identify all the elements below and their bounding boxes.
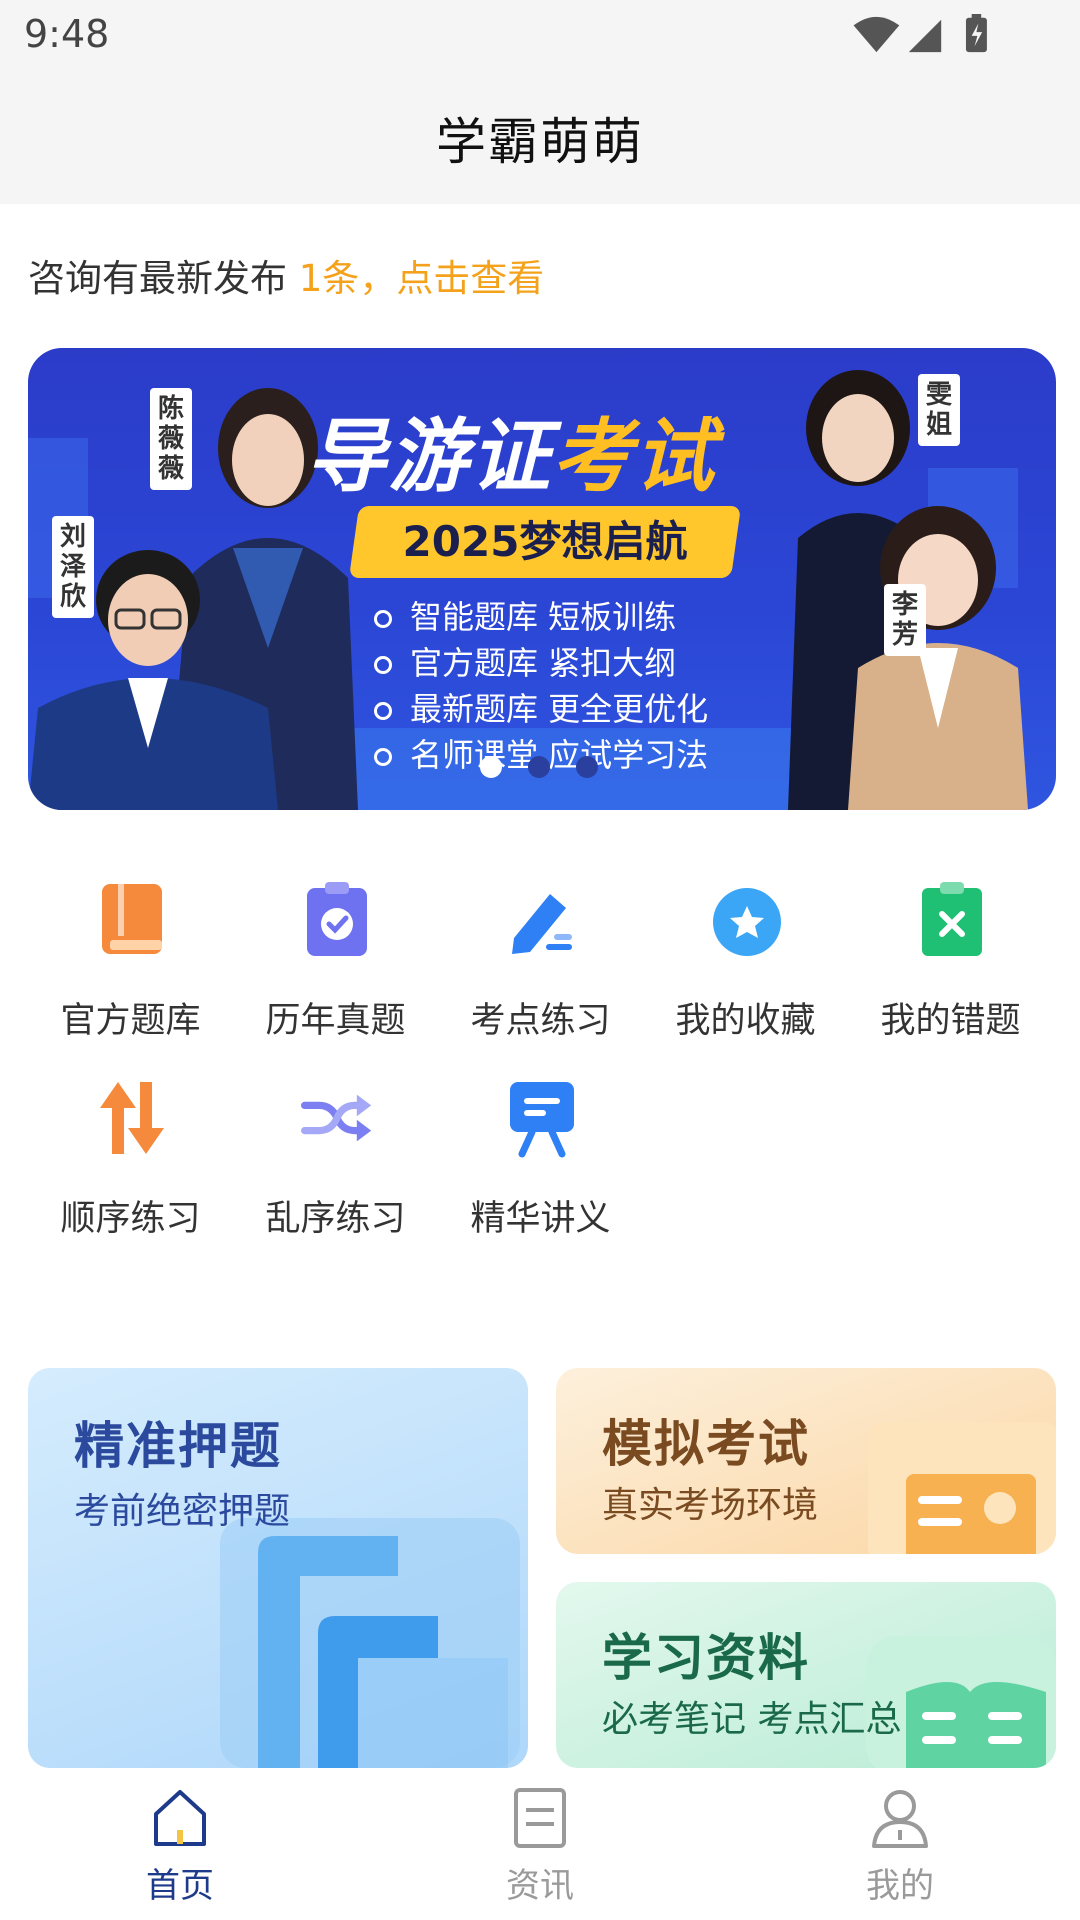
grid-item-label: 精华讲义 bbox=[470, 1199, 611, 1239]
teacher-name-tag: 雯姐 bbox=[918, 374, 960, 446]
grid-item-official-bank[interactable]: 官方题库 bbox=[28, 880, 233, 1041]
clipboard-check-icon bbox=[307, 882, 367, 956]
grid-item-sequential[interactable]: 顺序练习 bbox=[28, 1078, 233, 1239]
tab-home[interactable]: 首页 bbox=[100, 1786, 260, 1906]
carousel-dot[interactable] bbox=[576, 756, 598, 778]
news-icon bbox=[514, 1788, 566, 1848]
grid-item-random[interactable]: 乱序练习 bbox=[233, 1078, 438, 1239]
tab-label: 资讯 bbox=[506, 1866, 574, 1906]
page-title: 学霸萌萌 bbox=[436, 113, 644, 171]
grid-item-label: 考点练习 bbox=[470, 1001, 611, 1041]
teacher-name-tag: 陈薇薇 bbox=[150, 388, 192, 490]
tab-label: 首页 bbox=[146, 1866, 214, 1906]
card-subtitle: 真实考场环境 bbox=[602, 1485, 819, 1526]
tab-profile[interactable]: 我的 bbox=[820, 1786, 980, 1906]
banner-slogan: 2025梦想启航 bbox=[348, 506, 742, 578]
app-header: 学霸萌萌 bbox=[0, 72, 1080, 204]
carousel-dot[interactable] bbox=[528, 756, 550, 778]
grid-item-favorites[interactable]: 我的收藏 bbox=[643, 880, 848, 1041]
banner-feature: 智能题库 短板训练 bbox=[374, 594, 708, 640]
wifi-icon bbox=[853, 16, 900, 53]
grid-item-past-exams[interactable]: 历年真题 bbox=[233, 880, 438, 1041]
card-precise-predict[interactable]: 精准押题 考前绝密押题 bbox=[28, 1368, 528, 1768]
card-subtitle: 必考笔记 考点汇总 bbox=[602, 1699, 902, 1740]
grid-item-label: 顺序练习 bbox=[60, 1199, 201, 1239]
banner-feature: 最新题库 更全更优化 bbox=[374, 686, 708, 732]
status-bar: 9:48 bbox=[0, 0, 1080, 72]
grid-item-lecture-notes[interactable]: 精华讲义 bbox=[438, 1078, 643, 1239]
notice-separator: ， bbox=[359, 257, 397, 300]
bottom-tab-bar: 首页 资讯 我的 bbox=[0, 1768, 1080, 1920]
notice-view-link[interactable]: 点击查看 bbox=[396, 257, 544, 300]
grid-item-label: 乱序练习 bbox=[265, 1199, 406, 1239]
notice-count: 1条 bbox=[298, 257, 360, 300]
card-title: 学习资料 bbox=[602, 1629, 810, 1687]
star-icon bbox=[713, 888, 781, 956]
book-icon bbox=[102, 884, 162, 954]
status-time: 9:48 bbox=[24, 12, 110, 56]
grid-item-label: 历年真题 bbox=[265, 1001, 406, 1041]
lecture-icon bbox=[510, 1082, 574, 1158]
carousel-indicator bbox=[480, 756, 624, 780]
cellular-signal-icon bbox=[908, 19, 942, 53]
card-mock-exam[interactable]: 模拟考试 真实考场环境 bbox=[556, 1368, 1056, 1554]
banner-feature: 官方题库 紧扣大纲 bbox=[374, 640, 708, 686]
promo-banner[interactable]: 陈薇薇 刘泽欣 雯姐 李芳 导游证考试 2025梦想启航 智能题库 短板训练 官… bbox=[28, 348, 1056, 810]
tab-label: 我的 bbox=[866, 1866, 934, 1906]
card-subtitle: 考前绝密押题 bbox=[74, 1491, 291, 1532]
grid-item-label: 官方题库 bbox=[60, 1001, 201, 1041]
banner-title: 导游证考试 bbox=[306, 410, 716, 503]
pen-edit-icon bbox=[512, 894, 572, 954]
grid-item-key-points[interactable]: 考点练习 bbox=[438, 880, 643, 1041]
grid-item-label: 我的错题 bbox=[880, 1001, 1021, 1041]
carousel-dot-active[interactable] bbox=[480, 756, 502, 778]
teacher-name-tag: 李芳 bbox=[884, 584, 926, 656]
notice-text: 咨询有最新发布 bbox=[28, 257, 299, 300]
teacher-name-tag: 刘泽欣 bbox=[52, 516, 94, 618]
shuffle-icon bbox=[301, 1094, 372, 1142]
card-title: 精准押题 bbox=[74, 1417, 282, 1475]
clipboard-x-icon bbox=[922, 882, 982, 956]
home-icon bbox=[154, 1790, 206, 1846]
card-title: 模拟考试 bbox=[602, 1415, 810, 1473]
sort-arrows-icon bbox=[100, 1082, 164, 1154]
status-icons bbox=[853, 14, 987, 53]
grid-item-label: 我的收藏 bbox=[675, 1001, 816, 1041]
grid-item-mistakes[interactable]: 我的错题 bbox=[848, 880, 1053, 1041]
profile-icon bbox=[872, 1790, 928, 1848]
banner-feature-list: 智能题库 短板训练 官方题库 紧扣大纲 最新题库 更全更优化 名师课堂 应试学习… bbox=[374, 594, 708, 778]
card-study-materials[interactable]: 学习资料 必考笔记 考点汇总 bbox=[556, 1582, 1056, 1768]
tab-news[interactable]: 资讯 bbox=[460, 1786, 620, 1906]
news-notice[interactable]: 咨询有最新发布 1条，点击查看 bbox=[28, 248, 544, 302]
